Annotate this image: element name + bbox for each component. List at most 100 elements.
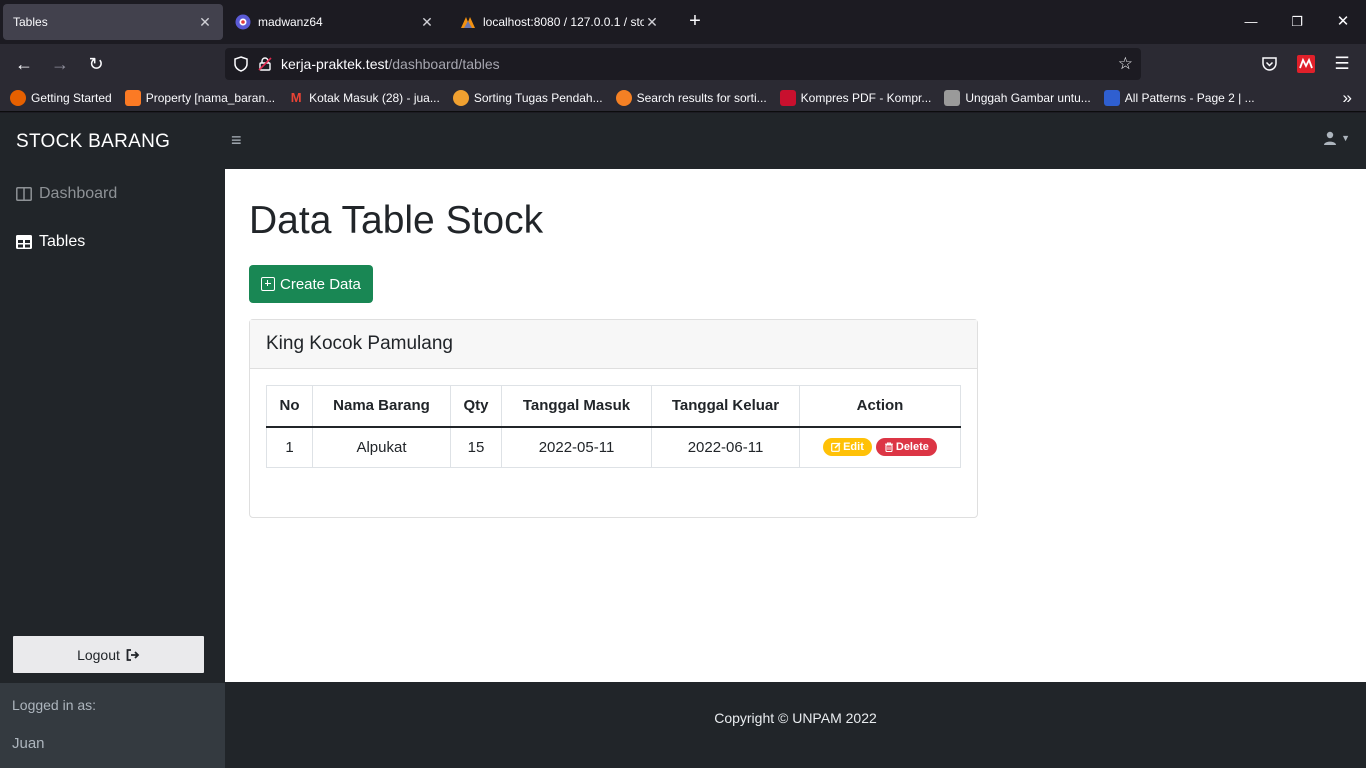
main-content: Data Table Stock Create Data King Kocok … [225,169,1366,682]
bookmark-search-results[interactable]: Search results for sorti... [615,89,767,106]
url-host: kerja-praktek.test [281,56,389,72]
table-row: 1 Alpukat 15 2022-05-11 2022-06-11 Edit [266,426,961,468]
stock-table: No Nama Barang Qty Tanggal Masuk Tanggal… [266,385,961,468]
bookmark-gmail[interactable]: M Kotak Masuk (28) - jua... [288,90,440,106]
cell-tanggal-keluar: 2022-06-11 [651,426,800,468]
bookmarks-bar: Getting Started Property [nama_baran... … [0,84,1366,112]
bookmark-label: Getting Started [31,90,112,105]
user-dropdown[interactable]: ▼ [1323,131,1350,145]
caret-down-icon: ▼ [1341,133,1350,143]
menu-icon[interactable]: ☰ [1330,52,1354,76]
minimize-icon[interactable]: ― [1241,12,1261,32]
cell-qty: 15 [450,426,502,468]
madwanz-favicon-icon [235,14,251,30]
tab-title: Tables [13,15,48,29]
close-icon[interactable]: ✕ [644,14,660,31]
brand[interactable]: STOCK BARANG [16,131,170,153]
shield-icon[interactable] [233,56,249,72]
create-data-label: Create Data [280,275,361,293]
columns-icon [16,187,32,201]
logout-label: Logout [77,646,120,663]
close-icon[interactable]: ✕ [419,14,435,31]
tab-title: madwanz64 [258,15,323,29]
column-header-tanggal-keluar: Tanggal Keluar [651,385,800,428]
pocket-icon[interactable] [1261,56,1278,72]
bookmark-unggah-gambar[interactable]: Unggah Gambar untu... [944,89,1091,106]
tab-madwanz64[interactable]: madwanz64 ✕ [225,4,445,40]
forward-arrow-icon[interactable]: → [48,52,72,76]
bookmark-kompres-pdf[interactable]: Kompres PDF - Kompr... [779,89,932,106]
stock-card: King Kocok Pamulang No Nama Barang Qty T… [249,319,978,518]
table-icon [16,235,32,249]
url-text[interactable]: kerja-praktek.test/dashboard/tables [281,56,500,72]
delete-button[interactable]: Delete [875,438,937,457]
tab-title: localhost:8080 / 127.0.0.1 / stok [483,15,644,29]
tab-phpmyadmin[interactable]: localhost:8080 / 127.0.0.1 / stok ✕ [450,4,670,40]
page-title: Data Table Stock [249,199,544,242]
logged-in-username: Juan [12,735,45,752]
footer: Copyright © UNPAM 2022 [225,682,1366,768]
sidebar-footer: Logged in as: Juan [0,683,225,768]
bookmark-label: All Patterns - Page 2 | ... [1124,90,1255,105]
bookmark-label: Property [nama_baran... [145,90,276,105]
column-header-nama-barang: Nama Barang [312,385,451,428]
edit-label: Edit [843,441,864,454]
phpmyadmin-favicon-icon [461,17,475,28]
cell-no: 1 [266,426,313,468]
bookmark-label: Kompres PDF - Kompr... [800,90,932,105]
logout-button[interactable]: Logout [13,636,204,673]
extension-icon[interactable] [1297,55,1315,73]
browser-nav-bar: ← → ↻ kerja-praktek.test/dashboard/table… [0,44,1366,84]
edit-icon [831,442,841,453]
bookmark-icon [452,89,469,106]
trash-icon [884,442,893,453]
bookmark-sorting-tugas[interactable]: Sorting Tugas Pendah... [452,89,603,106]
create-data-button[interactable]: Create Data [249,265,373,303]
firefox-icon [10,89,26,106]
bookmark-property[interactable]: Property [nama_baran... [124,89,276,106]
delete-label: Delete [895,441,929,454]
gmail-icon: M [290,89,302,105]
sidebar: Dashboard Tables Logout Logged in as: Ju… [0,169,225,768]
bookmark-label: Sorting Tugas Pendah... [473,90,603,105]
stackoverflow-icon [615,89,632,106]
column-header-tanggal-masuk: Tanggal Masuk [501,385,652,428]
sign-out-icon [126,648,140,661]
new-tab-plus-icon[interactable]: + [684,10,706,32]
url-bar[interactable]: kerja-praktek.test/dashboard/tables ☆ [225,48,1141,80]
bookmark-star-icon[interactable]: ☆ [1118,54,1133,74]
column-header-action: Action [799,385,961,428]
app-navbar: STOCK BARANG ≡ ▼ [0,113,1366,169]
sidebar-item-tables[interactable]: Tables [16,233,85,251]
chevron-double-right-icon[interactable]: » [1343,88,1352,108]
bookmark-all-patterns[interactable]: All Patterns - Page 2 | ... [1103,89,1255,106]
patterns-icon [1103,89,1120,106]
restore-icon[interactable]: ❐ [1287,12,1307,32]
sidebar-item-label: Dashboard [39,185,118,202]
sidebar-item-label: Tables [39,233,86,250]
url-path: /dashboard/tables [388,56,500,72]
bookmark-getting-started[interactable]: Getting Started [10,89,112,106]
copyright-text: Copyright © UNPAM 2022 [714,710,877,726]
cell-action: Edit Delete [799,426,961,468]
insecure-lock-icon[interactable] [257,56,273,72]
back-arrow-icon[interactable]: ← [12,52,36,76]
column-header-qty: Qty [450,385,502,428]
column-header-no: No [266,385,313,428]
tab-tables[interactable]: Tables ✕ [3,4,223,40]
cell-nama-barang: Alpukat [312,426,451,468]
user-icon [1324,131,1337,145]
sidebar-item-dashboard[interactable]: Dashboard [16,185,117,203]
bookmark-label: Search results for sorti... [636,90,767,105]
pdf24-icon [779,89,796,106]
browser-tab-bar: Tables ✕ madwanz64 ✕ localhost:8080 / 12… [0,0,1366,44]
window-close-icon[interactable]: ✕ [1333,12,1353,32]
edit-button[interactable]: Edit [823,438,872,457]
close-icon[interactable]: ✕ [197,14,213,31]
table-header-row: No Nama Barang Qty Tanggal Masuk Tanggal… [266,385,961,428]
sidebar-toggle-icon[interactable]: ≡ [231,130,249,150]
image-upload-icon [944,89,961,106]
logged-in-label: Logged in as: [12,697,97,713]
reload-icon[interactable]: ↻ [84,52,108,76]
xampp-icon [124,89,141,106]
